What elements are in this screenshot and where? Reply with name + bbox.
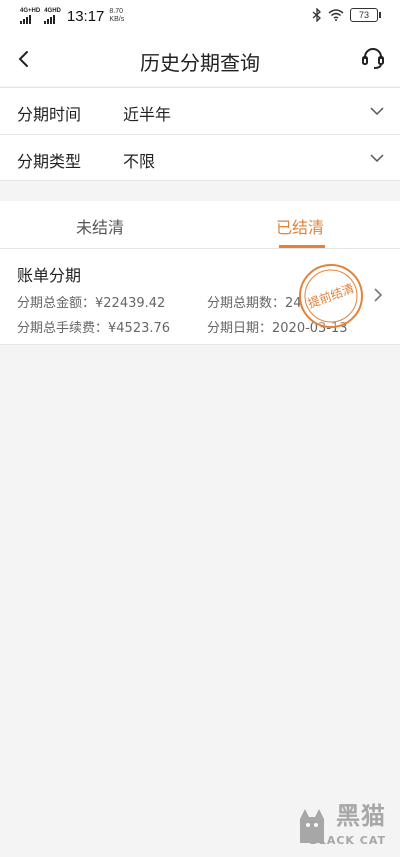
tab-paid[interactable]: 已结清 [200, 214, 400, 238]
tab-bar: 未结清 已结清 [0, 201, 400, 249]
network-label-1: 4G+HD [20, 8, 41, 14]
signal-bars-icon [44, 15, 56, 24]
speed-value: 8.70 [109, 8, 124, 15]
early-settled-stamp: 提前结清 [299, 264, 363, 328]
bluetooth-icon [312, 8, 321, 22]
total-amount: 分期总金额：¥22439.42 [17, 292, 165, 311]
total-fee-label: 分期总手续费： [17, 321, 109, 336]
chevron-right-icon[interactable] [372, 287, 384, 303]
chevron-down-icon[interactable] [369, 103, 385, 119]
watermark-brand: 黑猫 [336, 802, 386, 830]
signal-bars-icon [20, 15, 31, 24]
wifi-icon [328, 9, 344, 21]
section-divider [0, 182, 400, 201]
filter-type-value: 不限 [123, 152, 156, 171]
installments: 分期总期数：24 [207, 292, 302, 311]
installments-label: 分期总期数： [207, 296, 286, 311]
signal-2: 4GHD [44, 8, 61, 24]
network-speed: 8.70 KB/s [109, 8, 124, 24]
tab-active-indicator [279, 245, 325, 248]
total-amount-label: 分期总金额： [17, 296, 96, 311]
black-cat-watermark: 黑猫 BLACK CAT [294, 802, 394, 851]
record-title: 账单分期 [17, 266, 82, 285]
total-fee-value: ¥4523.76 [108, 321, 171, 336]
filter-period-value: 近半年 [123, 105, 172, 124]
nav-bar: 历史分期查询 [0, 32, 400, 86]
headset-icon[interactable] [360, 45, 386, 71]
page-title: 历史分期查询 [140, 51, 260, 75]
chevron-down-icon[interactable] [369, 150, 385, 166]
clock: 13:17 [66, 7, 105, 25]
total-fee: 分期总手续费：¥4523.76 [17, 317, 170, 336]
speed-unit: KB/s [109, 16, 125, 23]
filter-type-row[interactable]: 分期类型 不限 [0, 134, 400, 181]
status-bar: 4G+HD 4GHD 13:17 8.70 KB/s 73 [0, 0, 400, 32]
filter-type-label: 分期类型 [17, 152, 82, 171]
signal-1: 4G+HD [20, 8, 40, 24]
watermark-sub: BLACK CAT [309, 834, 386, 847]
filter-period-label: 分期时间 [17, 105, 82, 124]
total-amount-value: ¥22439.42 [95, 296, 166, 311]
filter-period-row[interactable]: 分期时间 近半年 [0, 87, 400, 134]
network-label-2: 4GHD [44, 8, 61, 14]
tab-unpaid[interactable]: 未结清 [0, 214, 200, 238]
battery-icon: 73 [350, 8, 381, 22]
date-label: 分期日期： [207, 321, 273, 336]
